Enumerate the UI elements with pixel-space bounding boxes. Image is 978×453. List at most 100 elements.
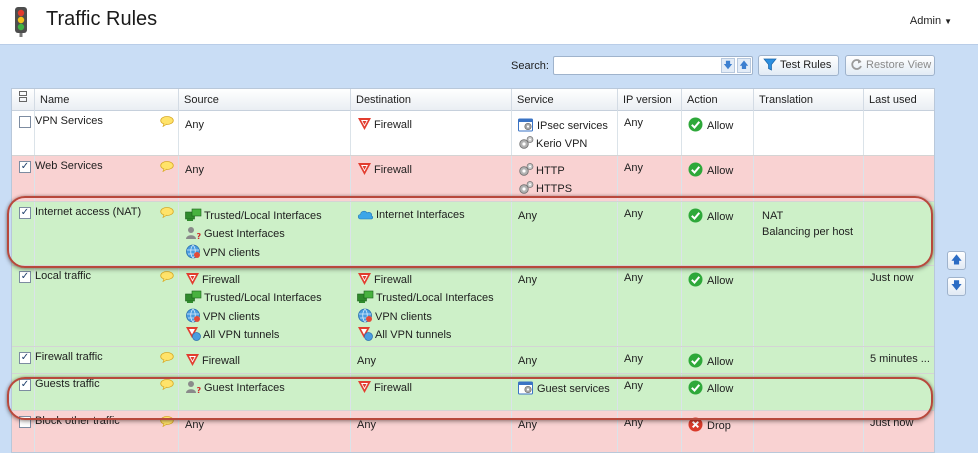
action-label: Allow	[707, 165, 734, 177]
firewall-icon	[357, 381, 374, 394]
test-rules-button[interactable]: Test Rules	[758, 55, 839, 76]
column-header-destination[interactable]: Destination	[350, 89, 511, 111]
column-header-action[interactable]: Action	[681, 89, 753, 111]
table-cell	[863, 111, 934, 155]
table-row[interactable]: ? Guest Interfaces Firewall Guest services A…	[12, 374, 934, 411]
source-label: Trusted/Local Interfaces	[204, 292, 322, 304]
comment-icon[interactable]	[160, 207, 174, 221]
tunnel-icon	[185, 327, 203, 341]
move-up-button[interactable]: 🡅	[947, 251, 966, 270]
search-previous-button[interactable]: 🡅	[737, 58, 751, 73]
traffic-light-icon	[15, 7, 27, 37]
rule-name: Block other traffic	[35, 415, 120, 427]
vpn-icon	[185, 244, 203, 259]
search-field[interactable]: 🡇 🡅	[553, 56, 753, 75]
comment-icon[interactable]	[160, 416, 174, 430]
rule-name: Local traffic	[35, 270, 92, 282]
action-item: Allow	[688, 272, 733, 290]
service-list: Guest services	[518, 380, 610, 398]
column-header-service[interactable]: Service	[511, 89, 617, 111]
destination-item: Internet Interfaces	[357, 208, 465, 226]
comment-icon[interactable]	[160, 271, 174, 285]
table-row[interactable]: Any Any Any Any Drop Just now Block other traf…	[12, 411, 934, 452]
action-item: Allow	[688, 208, 733, 226]
allow-icon	[688, 380, 705, 395]
table-cell: Any	[617, 156, 681, 201]
rule-enabled-checkbox[interactable]: ✓	[19, 207, 31, 219]
vpn-icon	[357, 308, 375, 323]
translation-value: NAT Balancing per host	[762, 208, 853, 240]
trusted-icon	[357, 290, 376, 304]
service-label: Kerio VPN	[536, 138, 588, 150]
search-next-button[interactable]: 🡇	[721, 58, 735, 73]
ip-version-value: Any	[624, 208, 643, 220]
destination-item: Firewall	[357, 117, 412, 135]
comment-icon[interactable]	[160, 116, 174, 130]
table-row[interactable]: Firewall Trusted/Local Interfaces VPN clie…	[12, 266, 934, 347]
column-options-icon[interactable]	[12, 89, 34, 111]
source-item: Trusted/Local Interfaces	[185, 208, 322, 226]
rule-enabled-checkbox[interactable]: ✓	[19, 271, 31, 283]
user-menu[interactable]: Admin ▼	[910, 15, 952, 27]
source-label: Firewall	[202, 274, 240, 286]
caret-down-icon: ▼	[944, 17, 952, 26]
rules-grid: Name Source Destination Service IP versi…	[11, 88, 935, 453]
comment-icon[interactable]	[160, 161, 174, 175]
filter-icon	[763, 58, 777, 71]
column-header-source[interactable]: Source	[178, 89, 350, 111]
move-down-button[interactable]: 🡇	[947, 277, 966, 296]
table-row[interactable]: Any Firewall HTTP HTTPS Any Allow ✓ Web Service…	[12, 156, 934, 202]
tunnel-icon	[357, 327, 375, 341]
service-value: Any	[518, 210, 537, 222]
table-row[interactable]: Any Firewall IPsec services Kerio VPN Any All…	[12, 111, 934, 156]
destination-list: Firewall	[357, 117, 412, 135]
table-cell: Any	[511, 266, 617, 346]
firewall-icon	[357, 273, 374, 286]
rule-enabled-checkbox[interactable]: ✓	[19, 379, 31, 391]
ip-version-value: Any	[624, 353, 643, 365]
destination-item: Trusted/Local Interfaces	[357, 290, 494, 308]
rule-enabled-checkbox[interactable]	[19, 416, 31, 428]
ip-version-value: Any	[624, 272, 643, 284]
table-cell: Any	[617, 411, 681, 452]
source-label: VPN clients	[203, 247, 260, 259]
column-header-translation[interactable]: Translation	[753, 89, 863, 111]
table-cell: Any	[617, 266, 681, 346]
service-group-icon	[518, 118, 537, 132]
table-row[interactable]: Trusted/Local Interfaces? Guest Interface…	[12, 202, 934, 266]
service-label: HTTPS	[536, 183, 573, 195]
destination-label: All VPN tunnels	[375, 329, 452, 341]
action-value: Allow	[688, 353, 733, 371]
table-cell: Allow	[681, 347, 753, 373]
comment-icon[interactable]	[160, 379, 174, 393]
svg-text:?: ?	[197, 232, 202, 240]
table-cell: Any	[617, 111, 681, 155]
service-item: Guest services	[518, 380, 610, 398]
rule-enabled-checkbox[interactable]	[19, 116, 31, 128]
column-header-last-used[interactable]: Last used	[863, 89, 934, 111]
table-row[interactable]: Firewall Any Any Any Allow 5 minutes ... ✓ Fire…	[12, 347, 934, 374]
table-cell	[753, 347, 863, 373]
source-item: VPN clients	[185, 308, 322, 326]
column-header-name[interactable]: Name	[34, 89, 178, 111]
restore-view-button[interactable]: Restore View	[845, 55, 935, 76]
comment-icon[interactable]	[160, 352, 174, 366]
source-item: ? Guest Interfaces	[185, 226, 322, 244]
ip-version-value: Any	[624, 117, 643, 129]
table-cell: Firewall	[350, 156, 511, 201]
drop-icon	[688, 417, 705, 432]
search-input[interactable]	[554, 57, 714, 73]
table-cell: IPsec services Kerio VPN	[511, 111, 617, 155]
source-label: Guest Interfaces	[204, 228, 285, 240]
action-label: Allow	[707, 275, 734, 287]
column-header-ip-version[interactable]: IP version	[617, 89, 681, 111]
rule-enabled-checkbox[interactable]: ✓	[19, 352, 31, 364]
table-cell	[753, 411, 863, 452]
table-cell: Allow	[681, 266, 753, 346]
table-cell: Any	[178, 411, 350, 452]
rule-enabled-checkbox[interactable]: ✓	[19, 161, 31, 173]
table-cell: Allow	[681, 374, 753, 410]
table-cell	[863, 202, 934, 265]
translation-line: Balancing per host	[762, 226, 854, 238]
table-cell: Guest services	[511, 374, 617, 410]
